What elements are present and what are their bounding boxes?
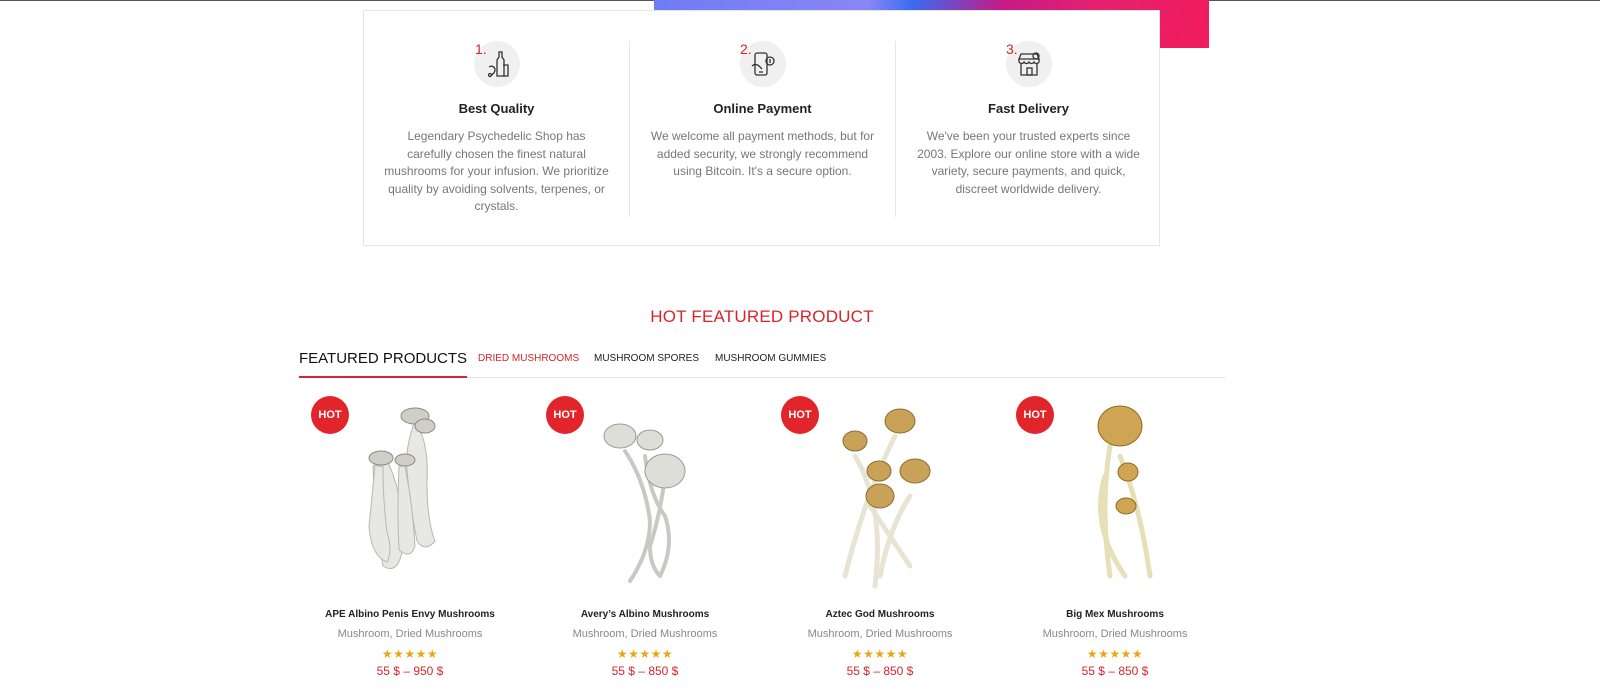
section-title: HOT FEATURED PRODUCT xyxy=(650,307,874,326)
product-name[interactable]: Avery’s Albino Mushrooms xyxy=(540,609,750,620)
feature-title: Best Quality xyxy=(458,101,535,116)
tab-featured-products[interactable]: FEATURED PRODUCTS xyxy=(299,350,468,378)
product-name[interactable]: Big Mex Mushrooms xyxy=(1010,609,1220,620)
feature-description: Legendary Psychedelic Shop has carefully… xyxy=(384,129,609,213)
product-card[interactable]: HOT Avery’s Albino Mushrooms Mushroom, D… xyxy=(540,396,750,678)
product-price: 55 $ – 850 $ xyxy=(611,664,679,678)
hot-badge: HOT xyxy=(546,396,584,434)
feature-number: 2. xyxy=(740,41,752,57)
product-name[interactable]: APE Albino Penis Envy Mushrooms xyxy=(305,609,515,620)
product-price: 55 $ – 850 $ xyxy=(846,664,914,678)
tab-dried-mushrooms[interactable]: DRIED MUSHROOMS xyxy=(478,353,579,364)
feature-number: 1. xyxy=(475,41,487,57)
star-rating: ★★★★★ xyxy=(616,647,674,661)
product-tabs: FEATURED PRODUCTS DRIED MUSHROOMS MUSHRO… xyxy=(299,341,1225,378)
features-box: 1. Best Quality Legendary Psychedelic Sh… xyxy=(363,10,1160,246)
tab-mushroom-spores[interactable]: MUSHROOM SPORES xyxy=(594,353,699,364)
feature-title: Fast Delivery xyxy=(988,101,1069,116)
hot-badge: HOT xyxy=(781,396,819,434)
feature-number: 3. xyxy=(1006,41,1018,57)
feature-best-quality: 1. Best Quality Legendary Psychedelic Sh… xyxy=(364,41,629,216)
product-card[interactable]: HOT APE Albino Penis Envy Mushrooms Mush… xyxy=(305,396,515,678)
feature-description: We've been your trusted experts since 20… xyxy=(917,129,1140,196)
product-card[interactable]: HOT Big Mex Mushrooms Mushroom, Dried Mu… xyxy=(1010,396,1220,678)
product-price: 55 $ – 950 $ xyxy=(376,664,444,678)
product-category[interactable]: Mushroom, Dried Mushrooms xyxy=(540,628,750,640)
star-rating: ★★★★★ xyxy=(381,647,439,661)
feature-title: Online Payment xyxy=(713,101,812,116)
feature-description: We welcome all payment methods, but for … xyxy=(650,129,875,178)
hot-badge: HOT xyxy=(1016,396,1054,434)
product-category[interactable]: Mushroom, Dried Mushrooms xyxy=(1010,628,1220,640)
product-card[interactable]: HOT Aztec God Mushrooms Mushroom, Dried … xyxy=(775,396,985,678)
tab-mushroom-gummies[interactable]: MUSHROOM GUMMIES xyxy=(715,353,826,364)
product-name[interactable]: Aztec God Mushrooms xyxy=(775,609,985,620)
feature-fast-delivery: 3. Fast Delivery We've been your trusted… xyxy=(896,41,1161,198)
product-category[interactable]: Mushroom, Dried Mushrooms xyxy=(775,628,985,640)
feature-online-payment: 2. Online Payment We welcome all payment… xyxy=(630,41,895,181)
product-price: 55 $ – 850 $ xyxy=(1081,664,1149,678)
hot-badge: HOT xyxy=(311,396,349,434)
star-rating: ★★★★★ xyxy=(851,647,909,661)
product-category[interactable]: Mushroom, Dried Mushrooms xyxy=(305,628,515,640)
star-rating: ★★★★★ xyxy=(1086,647,1144,661)
